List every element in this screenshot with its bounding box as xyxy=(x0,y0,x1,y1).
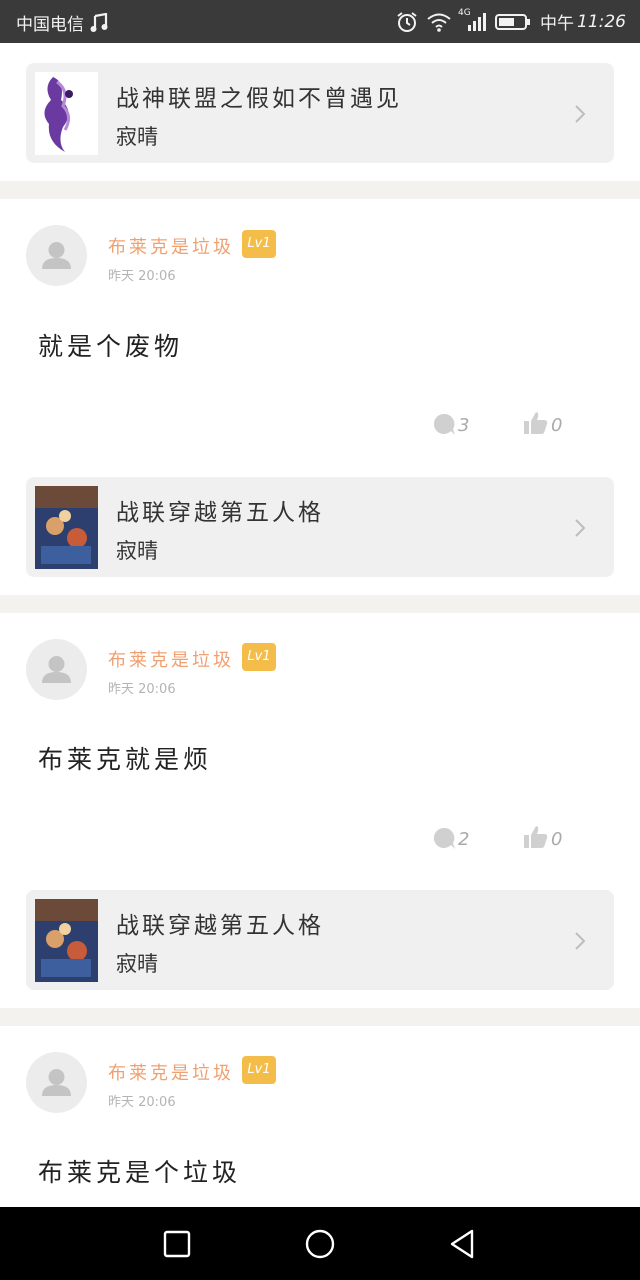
like-button[interactable]: 0 xyxy=(523,410,562,436)
thumbs-up-icon xyxy=(524,412,548,434)
book-cover-image xyxy=(35,72,98,155)
book-title: 战神联盟之假如不曾遇见 xyxy=(116,86,402,112)
book-cover-image xyxy=(35,486,98,569)
post-text: 就是个废物 xyxy=(38,332,184,361)
carrier-label: 中国电信 xyxy=(16,15,84,35)
username[interactable]: 布莱克是垃圾 xyxy=(108,646,234,672)
like-count: 0 xyxy=(551,415,563,436)
recent-apps-square-icon[interactable] xyxy=(160,1227,194,1261)
section-divider xyxy=(0,1008,640,1026)
book-card[interactable]: 战神联盟之假如不曾遇见 寂晴 xyxy=(26,63,614,163)
book-author: 寂晴 xyxy=(116,125,158,149)
wifi-icon xyxy=(427,12,451,32)
avatar[interactable] xyxy=(26,225,87,286)
avatar[interactable] xyxy=(26,639,87,700)
comment-bubble-icon xyxy=(433,413,455,435)
chevron-right-icon xyxy=(575,105,586,123)
username[interactable]: 布莱克是垃圾 xyxy=(108,1059,234,1085)
battery-icon xyxy=(495,13,531,31)
like-button[interactable]: 0 xyxy=(523,824,562,850)
book-card[interactable]: 战联穿越第五人格 寂晴 xyxy=(26,477,614,577)
network-type-label: 4G xyxy=(458,7,471,18)
post-text: 布莱克就是烦 xyxy=(38,745,213,774)
book-author: 寂晴 xyxy=(116,539,158,563)
chevron-right-icon xyxy=(575,932,586,950)
book-cover-image xyxy=(35,899,98,982)
music-note-icon xyxy=(90,12,108,33)
status-bar: 中国电信 4G 中午 11:26 xyxy=(0,0,640,43)
comment-count: 2 xyxy=(458,829,470,850)
time-prefix-label: 中午 xyxy=(540,14,574,34)
like-count: 0 xyxy=(551,829,563,850)
section-divider xyxy=(0,181,640,199)
book-author: 寂晴 xyxy=(116,952,158,976)
clock-time: 11:26 xyxy=(577,11,626,32)
comment-button[interactable]: 2 xyxy=(432,826,469,850)
section-divider xyxy=(0,595,640,613)
post-text: 布莱克是个垃圾 xyxy=(38,1158,242,1187)
cellular-signal-icon: 4G xyxy=(458,8,486,32)
timestamp: 昨天 20:06 xyxy=(108,1095,176,1110)
comment-bubble-icon xyxy=(433,827,455,849)
comment-button[interactable]: 3 xyxy=(432,412,469,436)
book-title: 战联穿越第五人格 xyxy=(116,913,324,939)
chevron-right-icon xyxy=(575,519,586,537)
book-title: 战联穿越第五人格 xyxy=(116,500,324,526)
level-badge: Lv1 xyxy=(242,1056,276,1084)
back-triangle-icon[interactable] xyxy=(446,1227,480,1261)
level-badge: Lv1 xyxy=(242,643,276,671)
alarm-clock-icon xyxy=(396,11,418,33)
avatar[interactable] xyxy=(26,1052,87,1113)
timestamp: 昨天 20:06 xyxy=(108,269,176,284)
level-badge: Lv1 xyxy=(242,230,276,258)
username[interactable]: 布莱克是垃圾 xyxy=(108,233,234,259)
system-nav-bar xyxy=(0,1207,640,1280)
home-circle-icon[interactable] xyxy=(303,1227,337,1261)
comment-count: 3 xyxy=(458,415,470,436)
timestamp: 昨天 20:06 xyxy=(108,682,176,697)
thumbs-up-icon xyxy=(524,826,548,848)
book-card[interactable]: 战联穿越第五人格 寂晴 xyxy=(26,890,614,990)
